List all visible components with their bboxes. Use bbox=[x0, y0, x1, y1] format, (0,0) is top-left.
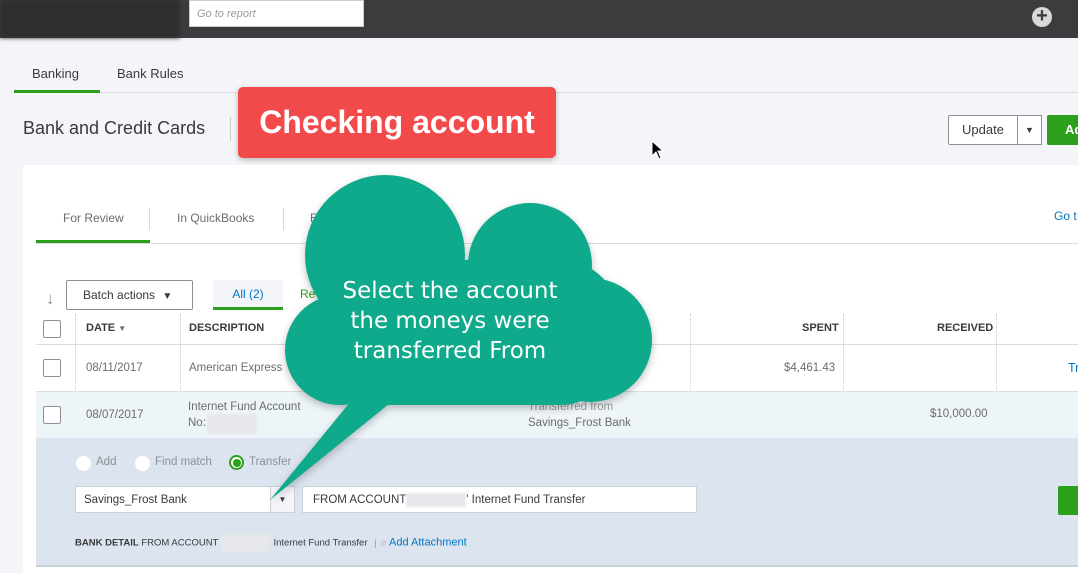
radio-find-match[interactable] bbox=[135, 456, 150, 471]
column-date[interactable]: DATE ▼ bbox=[86, 322, 126, 334]
row-date: 08/11/2017 bbox=[86, 362, 143, 374]
radio-transfer[interactable] bbox=[229, 455, 244, 470]
batch-actions-label: Batch actions bbox=[83, 288, 156, 302]
row-checkbox[interactable] bbox=[43, 359, 61, 377]
callout-line: Select the account bbox=[342, 278, 558, 304]
tab-in-quickbooks[interactable]: In QuickBooks bbox=[177, 211, 254, 225]
active-tab-indicator bbox=[36, 240, 150, 243]
active-tab-indicator bbox=[14, 90, 100, 93]
row-spent: $4,461.43 bbox=[784, 362, 836, 374]
title-divider bbox=[230, 117, 231, 141]
callout-text: Select the account the moneys were trans… bbox=[300, 276, 600, 366]
row-action-link[interactable]: Tr bbox=[1068, 361, 1078, 375]
tab-banking[interactable]: Banking bbox=[32, 66, 79, 81]
redacted-account-number bbox=[207, 414, 257, 434]
go-to-report-input[interactable]: Go to report bbox=[189, 0, 364, 27]
column-description[interactable]: DESCRIPTION bbox=[189, 322, 264, 334]
sort-arrow-icon[interactable]: ↓ bbox=[46, 289, 55, 309]
column-date-label: DATE bbox=[86, 322, 116, 334]
update-button[interactable]: Update bbox=[948, 115, 1018, 145]
radio-add[interactable] bbox=[76, 456, 91, 471]
radio-add-label: Add bbox=[96, 456, 117, 468]
row-description-account: No: bbox=[188, 417, 206, 429]
row-date: 08/07/2017 bbox=[86, 409, 144, 421]
callout-line: transferred From bbox=[353, 338, 547, 364]
row-received: $10,000.00 bbox=[930, 408, 988, 420]
tab-bank-rules[interactable]: Bank Rules bbox=[117, 66, 183, 81]
select-all-checkbox[interactable] bbox=[43, 320, 61, 338]
tab-separator bbox=[149, 208, 150, 230]
update-dropdown-icon[interactable]: ▼ bbox=[1017, 115, 1042, 145]
plus-circle-icon[interactable]: + bbox=[1032, 6, 1052, 27]
callout-line: the moneys were bbox=[350, 308, 550, 334]
bank-detail-suffix: Internet Fund Transfer bbox=[273, 537, 368, 549]
add-attachment-link[interactable]: Add Attachment bbox=[389, 537, 467, 549]
transfer-confirm-button[interactable] bbox=[1058, 486, 1078, 515]
sort-down-icon: ▼ bbox=[118, 324, 127, 333]
annotation-label: Checking account bbox=[238, 87, 556, 158]
bank-detail: BANK DETAIL FROM ACCOUNT Internet Fund T… bbox=[75, 534, 467, 552]
tab-for-review[interactable]: For Review bbox=[63, 211, 124, 225]
caret-down-icon: ▼ bbox=[162, 291, 173, 302]
page-title: Bank and Credit Cards bbox=[23, 118, 206, 138]
column-spent[interactable]: SPENT bbox=[802, 322, 839, 334]
go-to-register-link[interactable]: Go t bbox=[1054, 209, 1077, 223]
column-received[interactable]: RECEIVED bbox=[937, 322, 993, 334]
mouse-cursor-icon bbox=[651, 140, 665, 160]
bank-detail-label: BANK DETAIL bbox=[75, 537, 139, 549]
bank-detail-prefix: FROM ACCOUNT bbox=[141, 537, 219, 549]
callout-tail bbox=[270, 390, 400, 500]
paperclip-icon: ⌀ bbox=[380, 537, 387, 549]
add-account-button[interactable]: Ad bbox=[1047, 115, 1078, 145]
radio-find-match-label: Find match bbox=[155, 456, 212, 468]
redacted-account-number bbox=[220, 534, 271, 552]
row-checkbox[interactable] bbox=[43, 406, 61, 424]
batch-actions-button[interactable]: Batch actions ▼ bbox=[66, 280, 193, 310]
company-logo bbox=[0, 0, 180, 38]
